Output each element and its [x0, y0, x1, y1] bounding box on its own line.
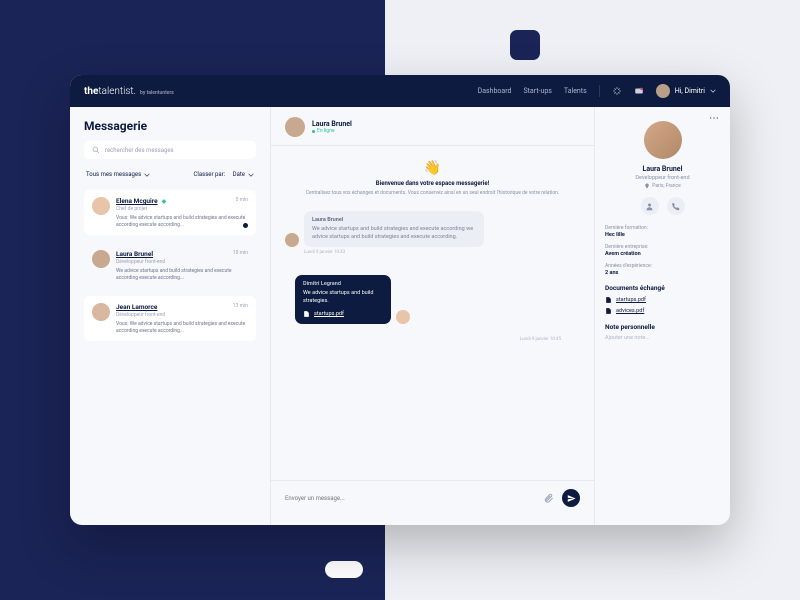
main: Messagerie rechercher des messages Tous … [70, 107, 730, 525]
chat-body: 👋 Bienvenue dans votre espace messagerie… [271, 146, 594, 480]
pin-icon [644, 183, 650, 189]
mail-icon[interactable] [634, 86, 644, 96]
timestamp: Lundi 9 janvier 10:45 [285, 337, 580, 342]
document-link[interactable]: advices.pdf [605, 307, 720, 315]
chat-header: Laura Brunel En ligne [271, 117, 594, 146]
chevron-down-icon [144, 172, 150, 178]
topbar: thetalentist.by talentunters Dashboard S… [70, 75, 730, 107]
nav-dashboard[interactable]: Dashboard [478, 87, 512, 95]
message-incoming: Laura Brunel We advice startups and buil… [285, 211, 580, 247]
filter-sort[interactable]: Classer par: Date [193, 171, 254, 178]
chat-avatar [285, 117, 305, 137]
bg-square [510, 30, 540, 60]
phone-icon [671, 202, 680, 211]
page-title: Messagerie [84, 119, 256, 133]
profile-location: Paris, France [605, 183, 720, 189]
online-status: En ligne [312, 128, 352, 134]
note-input[interactable]: Ajouter une note... [605, 335, 720, 341]
welcome-banner: 👋 Bienvenue dans votre espace messagerie… [285, 156, 580, 201]
user-avatar [656, 84, 670, 98]
conversation-panel: Messagerie rechercher des messages Tous … [70, 107, 270, 525]
search-icon [92, 146, 100, 154]
conversation-item[interactable]: Jean Lamorce Développeur front-end Vous:… [84, 296, 256, 341]
user-menu[interactable]: Hi, Dimitri [656, 84, 716, 98]
avatar [396, 310, 410, 324]
chevron-down-icon [248, 172, 254, 178]
bg-pill [325, 561, 363, 578]
avatar [92, 197, 110, 215]
docs-title: Documents échangé [605, 284, 720, 292]
paperclip-icon[interactable] [543, 493, 554, 504]
attachment-link[interactable]: startups.pdf [303, 310, 383, 318]
profile-panel: ⋯ Laura Brunel Developpeur front-end Par… [595, 107, 730, 525]
sparkle-icon[interactable] [612, 86, 622, 96]
nav-startups[interactable]: Start-ups [523, 87, 551, 95]
message-bubble: Dimitri Legrand We advice startups and b… [295, 275, 391, 323]
greeting-text: Hi, Dimitri [675, 87, 705, 95]
profile-action-user[interactable] [641, 197, 659, 215]
file-icon [605, 307, 612, 315]
avatar [92, 250, 110, 268]
conversation-item[interactable]: Elena Mcguire◆ Chef de projet Vous: We a… [84, 190, 256, 235]
search-input[interactable]: rechercher des messages [84, 141, 256, 159]
message-bubble: Laura Brunel We advice startups and buil… [304, 211, 484, 247]
user-icon [645, 202, 654, 211]
message-input[interactable] [285, 495, 535, 502]
nav-separator [599, 85, 600, 97]
send-icon [567, 494, 576, 503]
file-icon [605, 296, 612, 304]
profile-action-call[interactable] [667, 197, 685, 215]
avatar [92, 303, 110, 321]
app-window: thetalentist.by talentunters Dashboard S… [70, 75, 730, 525]
composer [271, 480, 594, 515]
conversation-item[interactable]: Laura Brunel Développeur front-end We ad… [84, 243, 256, 288]
unread-dot [243, 223, 248, 228]
nav-talents[interactable]: Talents [564, 87, 587, 95]
more-button[interactable]: ⋯ [709, 113, 720, 124]
document-link[interactable]: startups.pdf [605, 296, 720, 304]
send-button[interactable] [562, 489, 580, 507]
note-title: Note personnelle [605, 323, 720, 331]
bookmark-icon: ◆ [162, 198, 167, 205]
filters: Tous mes messages Classer par: Date [84, 167, 256, 182]
logo[interactable]: thetalentist.by talentunters [84, 86, 174, 97]
profile-avatar [644, 121, 682, 159]
nav: Dashboard Start-ups Talents Hi, Dimitri [478, 84, 716, 98]
filter-all[interactable]: Tous mes messages [86, 171, 150, 178]
wave-icon: 👋 [305, 160, 560, 176]
message-outgoing: Dimitri Legrand We advice startups and b… [285, 265, 420, 333]
file-icon [303, 310, 310, 318]
avatar [285, 233, 299, 247]
chat-panel: Laura Brunel En ligne 👋 Bienvenue dans v… [270, 107, 595, 525]
chevron-down-icon [710, 88, 716, 94]
timestamp: Lundi 9 janvier 10:43 [285, 250, 580, 255]
profile-meta: Dernière formation:Hec lille Dernière en… [605, 225, 720, 276]
